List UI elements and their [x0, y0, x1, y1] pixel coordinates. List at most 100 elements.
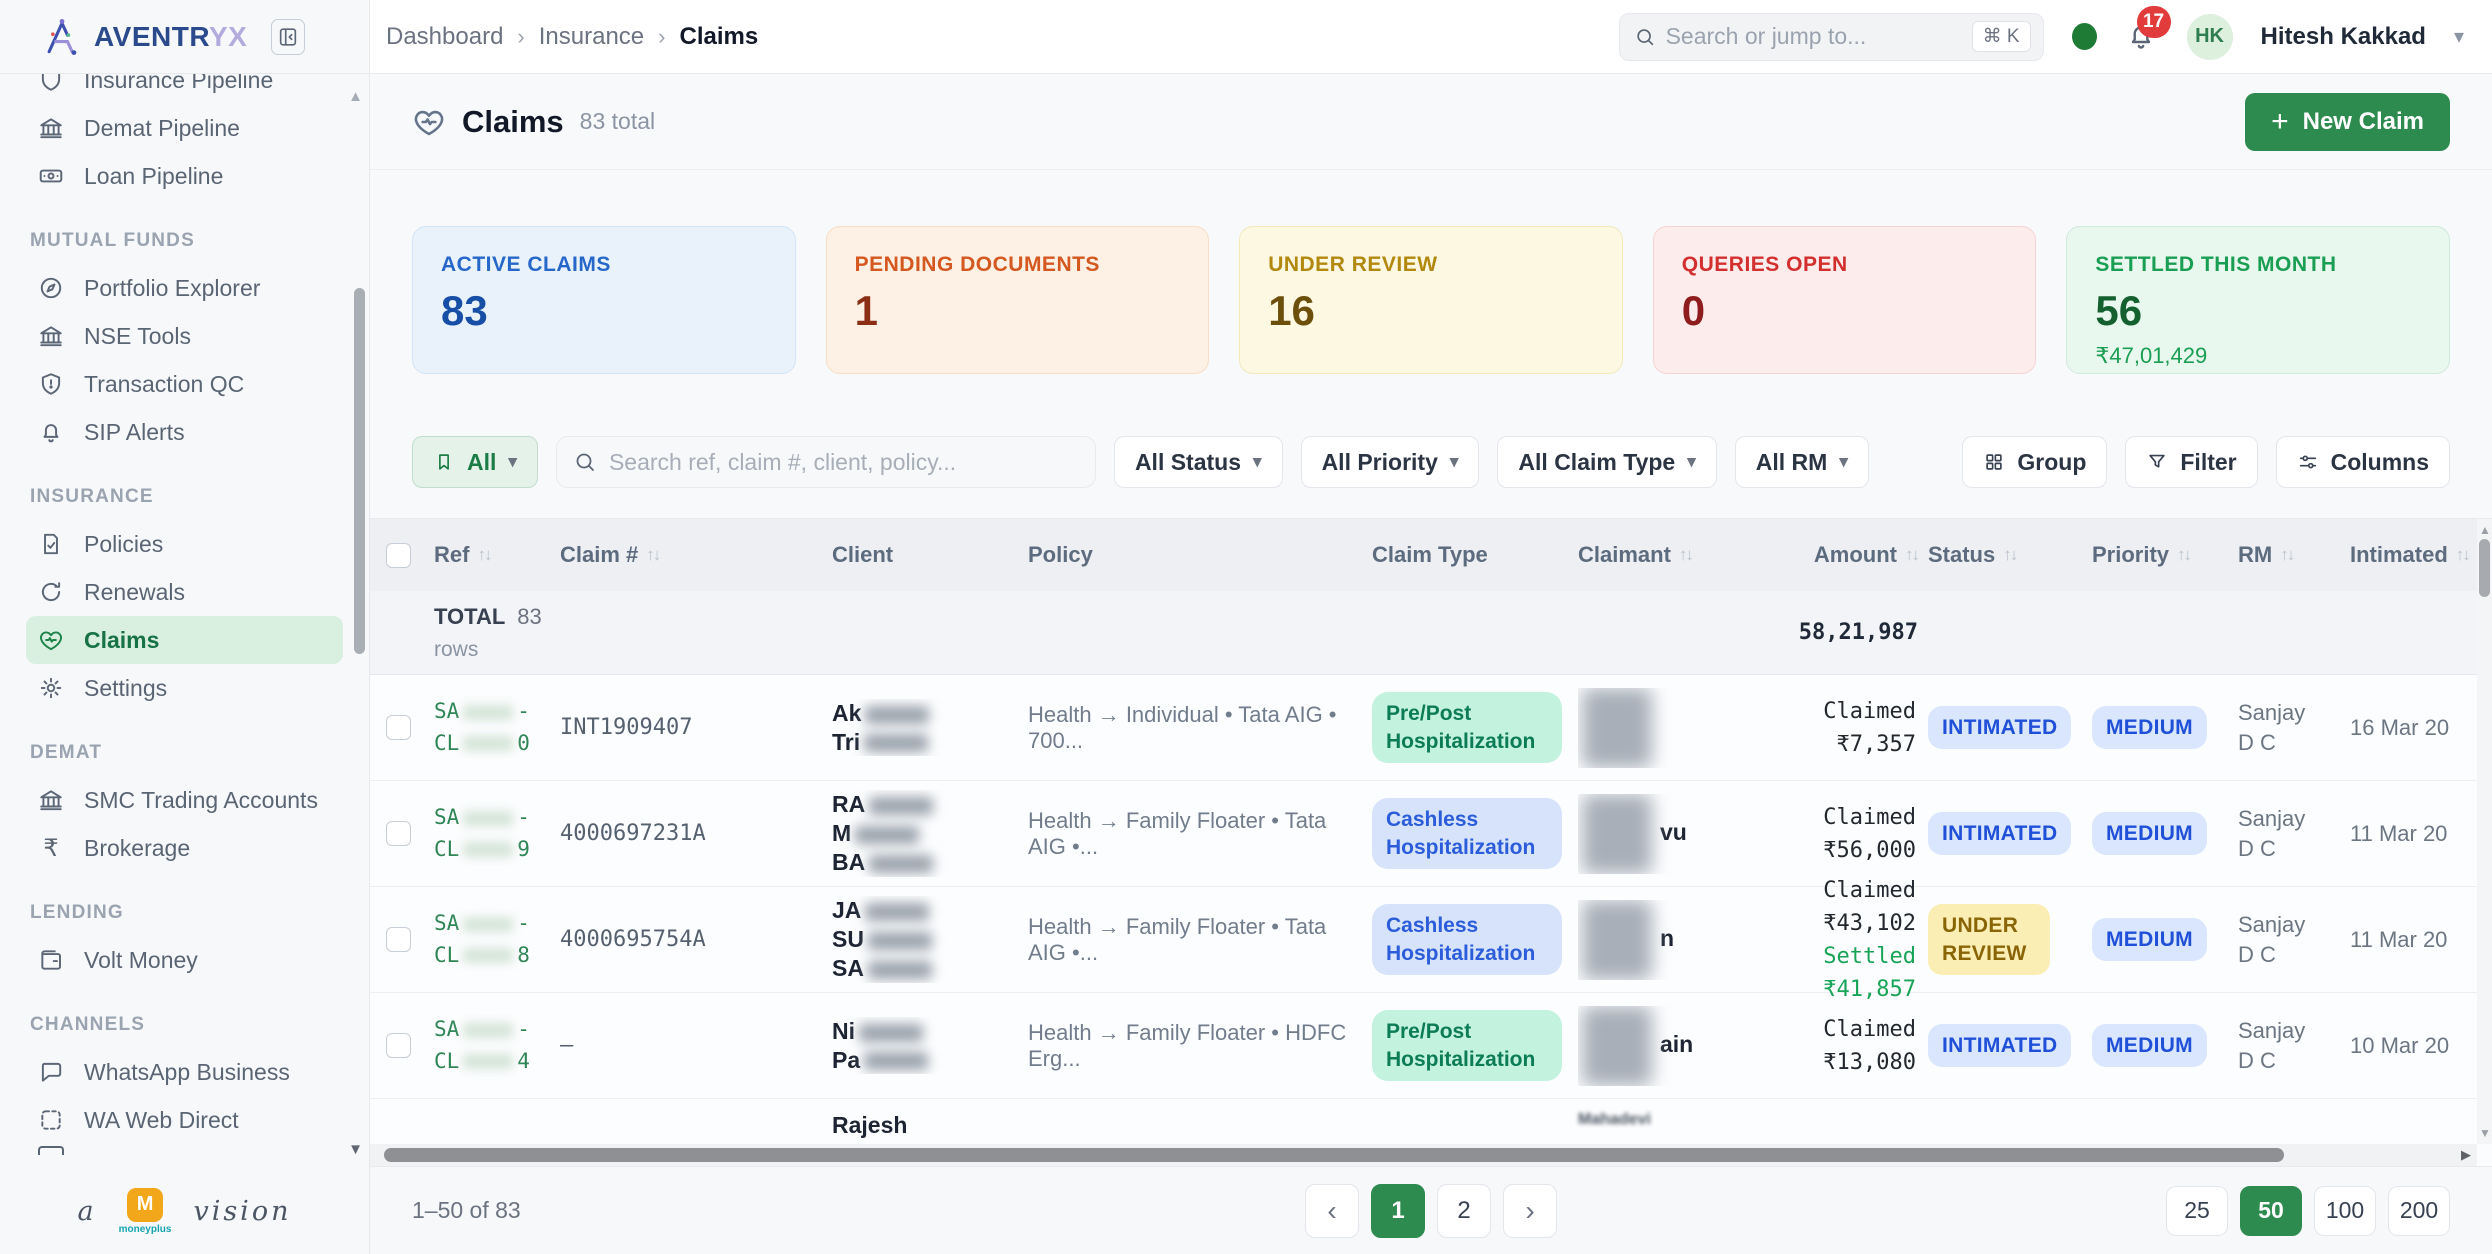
sidebar-scrollbar-thumb[interactable]: [354, 288, 365, 654]
stat-card-queries-open[interactable]: QUERIES OPEN 0: [1653, 226, 2037, 374]
notifications-button[interactable]: 17: [2125, 18, 2159, 56]
column-header-claim-no[interactable]: Claim #↑↓: [560, 542, 832, 568]
column-header-claim-type[interactable]: Claim Type: [1372, 542, 1578, 568]
sidebar-item-volt-money[interactable]: Volt Money: [26, 936, 343, 984]
columns-button[interactable]: Columns: [2276, 436, 2450, 488]
page-size-25-button[interactable]: 25: [2166, 1186, 2228, 1236]
user-menu-chevron-icon[interactable]: ▾: [2454, 24, 2464, 49]
column-header-rm[interactable]: RM↑↓: [2238, 542, 2350, 568]
page-size-100-button[interactable]: 100: [2314, 1186, 2376, 1236]
sidebar-item-nse-tools[interactable]: NSE Tools: [26, 312, 343, 360]
scroll-up-arrow[interactable]: ▲: [2479, 523, 2491, 537]
sidebar-item-sip-alerts[interactable]: SIP Alerts: [26, 408, 343, 456]
column-header-client[interactable]: Client: [832, 542, 1028, 568]
column-header-intimated[interactable]: Intimated↑↓: [2350, 542, 2492, 568]
policy-cell: Health → Individual • Tata AIG • 700...: [1028, 702, 1372, 754]
sidebar-item-transaction-qc[interactable]: Transaction QC: [26, 360, 343, 408]
sidebar-item-whatsapp-business[interactable]: WhatsApp Business: [26, 1048, 343, 1096]
sort-icon[interactable]: ↑↓: [477, 545, 490, 565]
sort-icon[interactable]: ↑↓: [2280, 545, 2293, 565]
sidebar-item-wa-web-direct[interactable]: WA Web Direct: [26, 1096, 343, 1144]
global-search[interactable]: ⌘ K: [1619, 13, 2044, 61]
top-bar: AVENTRYX Dashboard › Insurance › Claims …: [0, 0, 2492, 74]
stat-card-settled-this-month[interactable]: SETTLED THIS MONTH 56 ₹47,01,429: [2066, 226, 2450, 374]
scroll-right-arrow[interactable]: ▶: [2461, 1147, 2471, 1163]
table-row[interactable]: SA- CL9 4000697231A RA M BA Health → Fam…: [370, 781, 2492, 887]
next-page-button[interactable]: ›: [1503, 1184, 1557, 1238]
sidebar-collapse-button[interactable]: [271, 19, 305, 55]
page-1-button[interactable]: 1: [1371, 1184, 1425, 1238]
scrollbar-thumb[interactable]: [2479, 539, 2490, 597]
table-vertical-scrollbar[interactable]: ▲ ▼: [2477, 519, 2492, 1144]
table-row[interactable]: SA- CL0 INT1909407 Ak Tri Health → Indiv…: [370, 675, 2492, 781]
intimated-date-cell: 11 Mar 20: [2350, 821, 2492, 847]
select-all-checkbox[interactable]: [386, 543, 411, 568]
priority-filter-dropdown[interactable]: All Priority▾: [1301, 436, 1480, 488]
page-size-50-button[interactable]: 50: [2240, 1186, 2302, 1236]
filter-button[interactable]: Filter: [2125, 436, 2257, 488]
table-search[interactable]: [556, 436, 1096, 488]
stat-card-under-review[interactable]: UNDER REVIEW 16: [1239, 226, 1623, 374]
row-checkbox[interactable]: [386, 927, 411, 952]
bank-icon: [38, 115, 64, 141]
column-header-policy[interactable]: Policy: [1028, 542, 1372, 568]
sidebar-item-insurance-pipeline[interactable]: Insurance Pipeline: [26, 74, 343, 104]
chevron-down-icon: ▾: [1839, 452, 1848, 472]
sidebar-item-renewals[interactable]: Renewals: [26, 568, 343, 616]
sidebar-item-demat-pipeline[interactable]: Demat Pipeline: [26, 104, 343, 152]
breadcrumb-dashboard[interactable]: Dashboard: [386, 23, 503, 51]
column-header-amount[interactable]: Amount↑↓: [1796, 542, 1928, 568]
status-filter-dropdown[interactable]: All Status▾: [1114, 436, 1283, 488]
table-horizontal-scrollbar[interactable]: ▶: [370, 1144, 2477, 1166]
claim-type-badge: Pre/Post Hospitalization: [1372, 692, 1562, 763]
column-header-priority[interactable]: Priority↑↓: [2092, 542, 2238, 568]
redacted-blur: [1582, 900, 1652, 980]
chevron-down-icon: ▾: [508, 452, 517, 472]
user-name[interactable]: Hitesh Kakkad: [2261, 23, 2426, 51]
sort-icon[interactable]: ↑↓: [2177, 545, 2190, 565]
rm-filter-dropdown[interactable]: All RM▾: [1735, 436, 1869, 488]
stat-card-pending-documents[interactable]: PENDING DOCUMENTS 1: [826, 226, 1210, 374]
row-checkbox[interactable]: [386, 715, 411, 740]
table-row-clipped[interactable]: Rajesh Mahadevi: [370, 1099, 2492, 1145]
breadcrumb: Dashboard › Insurance › Claims: [370, 23, 758, 51]
client-cell: JA SU SA: [832, 896, 1028, 982]
saved-view-dropdown[interactable]: All ▾: [412, 436, 538, 488]
global-search-input[interactable]: [1666, 23, 1962, 50]
scrollbar-thumb[interactable]: [384, 1148, 2284, 1162]
sidebar-item-portfolio-explorer[interactable]: Portfolio Explorer: [26, 264, 343, 312]
group-button[interactable]: Group: [1962, 436, 2107, 488]
prev-page-button[interactable]: ‹: [1305, 1184, 1359, 1238]
page-size-200-button[interactable]: 200: [2388, 1186, 2450, 1236]
row-checkbox[interactable]: [386, 1033, 411, 1058]
sidebar-item-loan-pipeline[interactable]: Loan Pipeline: [26, 152, 343, 200]
total-amount: 58,21,987: [1796, 620, 1928, 645]
new-claim-button[interactable]: + New Claim: [2245, 93, 2450, 151]
table-row[interactable]: SA- CL4 — Ni Pa Health → Family Floater …: [370, 993, 2492, 1099]
column-header-ref[interactable]: Ref↑↓: [434, 542, 560, 568]
stat-card-active-claims[interactable]: ACTIVE CLAIMS 83: [412, 226, 796, 374]
avatar[interactable]: HK: [2187, 14, 2233, 60]
sidebar-scroll-up-arrow[interactable]: ▲: [348, 88, 363, 105]
table-row[interactable]: SA- CL8 4000695754A JA SU SA Health → Fa…: [370, 887, 2492, 993]
sort-icon[interactable]: ↑↓: [1905, 545, 1918, 565]
sidebar-scroll-down-arrow[interactable]: ▼: [348, 1141, 363, 1158]
table-search-input[interactable]: [609, 449, 1079, 476]
page-2-button[interactable]: 2: [1437, 1184, 1491, 1238]
sidebar-item-policies[interactable]: Policies: [26, 520, 343, 568]
sidebar-item-smc-trading-accounts[interactable]: SMC Trading Accounts: [26, 776, 343, 824]
column-header-status[interactable]: Status↑↓: [1928, 542, 2092, 568]
scroll-down-arrow[interactable]: ▼: [2479, 1126, 2491, 1140]
claim-type-filter-dropdown[interactable]: All Claim Type▾: [1497, 436, 1716, 488]
sort-icon[interactable]: ↑↓: [2456, 545, 2469, 565]
sidebar-item-brokerage[interactable]: ₹ Brokerage: [26, 824, 343, 872]
dashed-square-icon: [38, 1107, 64, 1133]
sort-icon[interactable]: ↑↓: [1679, 545, 1692, 565]
sidebar-item-settings[interactable]: Settings: [26, 664, 343, 712]
sort-icon[interactable]: ↑↓: [646, 545, 659, 565]
breadcrumb-insurance[interactable]: Insurance: [539, 23, 644, 51]
column-header-claimant[interactable]: Claimant↑↓: [1578, 542, 1796, 568]
row-checkbox[interactable]: [386, 821, 411, 846]
sort-icon[interactable]: ↑↓: [2003, 545, 2016, 565]
sidebar-item-claims[interactable]: Claims: [26, 616, 343, 664]
